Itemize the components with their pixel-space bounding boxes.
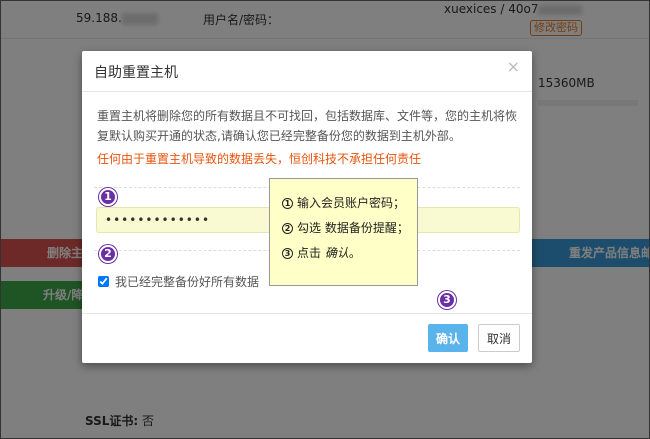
- note-step-1: 1 输入会员账户密码；: [282, 191, 417, 216]
- note-step-3: 3 点击 确认。: [282, 241, 417, 266]
- cancel-button[interactable]: 取消: [478, 324, 520, 352]
- step-3-badge: 3: [438, 291, 456, 309]
- dialog-footer: 确认 取消: [82, 313, 532, 363]
- note-step-2: 2 勾选 数据备份提醒；: [282, 216, 417, 241]
- dialog-header: 自助重置主机 ×: [82, 51, 532, 92]
- confirm-button[interactable]: 确认: [428, 324, 468, 352]
- backup-confirm-checkbox-row[interactable]: 我已经完整备份好所有数据: [98, 273, 259, 290]
- screenshot-frame: 59.188. 用户名/密码： xuexices / 40o7 修改密码 153…: [0, 0, 650, 439]
- reset-description: 重置主机将删除您的所有数据且不可找回，包括数据库、文件等，您的主机将恢复默认购买…: [97, 109, 518, 143]
- step-1-badge: 1: [99, 188, 117, 206]
- backup-confirm-label: 我已经完整备份好所有数据: [115, 275, 260, 289]
- data-loss-warning: 任何由于重置主机导致的数据丢失，恒创科技不承担任何责任: [97, 152, 422, 166]
- close-icon[interactable]: ×: [507, 57, 520, 76]
- step-2-badge: 2: [99, 245, 117, 263]
- instruction-note: 1 输入会员账户密码； 2 勾选 数据备份提醒； 3 点击 确认。: [269, 178, 418, 286]
- backup-confirm-checkbox[interactable]: [98, 276, 109, 287]
- dialog-title: 自助重置主机: [94, 65, 178, 81]
